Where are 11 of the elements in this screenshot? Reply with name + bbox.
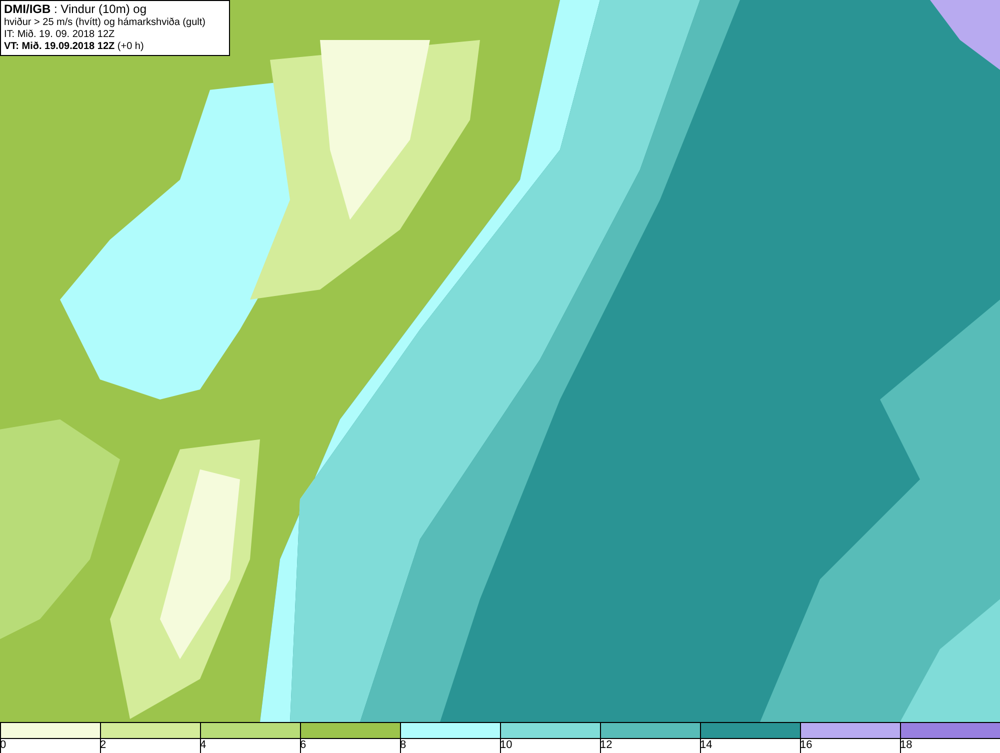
title-line: IT: Mið. 19. 09. 2018 12Z [4,29,116,41]
title-line: hviður > 25 m/s (hvítt) og hámarkshviða (gult) [4,17,206,29]
title-line: VT: Mið. 19.09.2018 12Z (+0 h) [4,41,145,53]
legend-label: 16 [800,739,812,752]
legend-label: 2 [100,739,106,752]
legend-label: 4 [200,739,206,752]
legend-label: 12 [600,739,612,752]
legend-label: 18 [900,739,912,752]
legend-label: 14 [700,739,712,752]
legend-label: 10 [500,739,512,752]
title-line: DMI/IGB : Vindur (10m) og [4,2,148,17]
